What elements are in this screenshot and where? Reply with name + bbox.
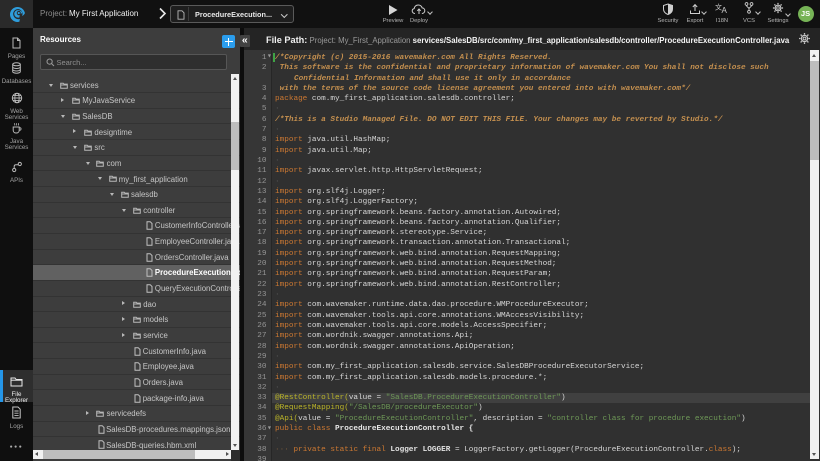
svg-text:A: A xyxy=(722,6,728,14)
